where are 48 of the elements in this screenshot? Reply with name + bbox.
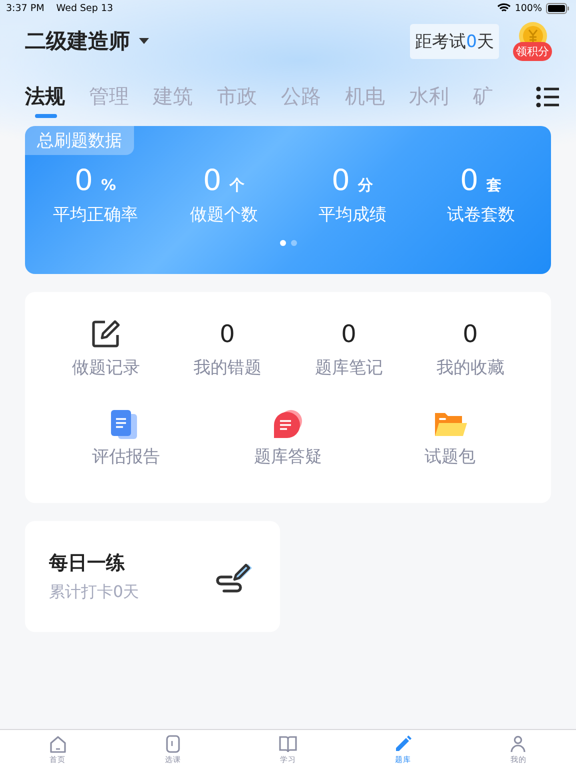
stat-label: 平均成绩 — [318, 204, 386, 226]
book-icon — [278, 734, 298, 754]
shortcut-label[interactable]: 我的错题 — [193, 356, 262, 379]
count-value: 0 — [341, 319, 356, 350]
page-dot[interactable] — [290, 240, 296, 246]
stat-label: 试卷套数 — [446, 204, 515, 226]
subject-tab[interactable]: 市政 — [217, 76, 257, 118]
chat-bubble-icon — [271, 409, 305, 439]
daily-title: 每日一练 — [49, 551, 126, 576]
count-value: 0 — [462, 319, 478, 350]
subject-tab[interactable]: 管理 — [89, 76, 129, 118]
subject-tab[interactable]: 建筑 — [153, 76, 193, 118]
home-icon — [48, 734, 68, 754]
stat-value: 0 % — [74, 163, 116, 197]
battery-icon — [546, 2, 570, 14]
stat-value: 0 分 — [332, 163, 373, 197]
status-date: Wed Sep 13 — [56, 2, 114, 14]
page-dot[interactable] — [280, 240, 286, 246]
status-time: 3:37 PM — [6, 2, 44, 14]
battery-percent: 100% — [514, 2, 542, 14]
menu-icon[interactable] — [536, 86, 560, 108]
subject-tab[interactable]: 公路 — [281, 76, 321, 118]
exam-selector[interactable]: 二级建造师 — [25, 27, 150, 55]
stat-label: 平均正确率 — [52, 204, 138, 226]
checkin-count: 累计打卡0天 — [49, 582, 140, 603]
subject-tab[interactable]: 机电 — [345, 76, 385, 118]
stat-value: 0 个 — [203, 163, 244, 197]
subject-tab[interactable]: 矿 — [473, 76, 493, 118]
subject-tab[interactable]: 水利 — [409, 76, 449, 118]
countdown-badge: 距考试0天 — [410, 24, 499, 58]
daily-practice-card[interactable]: 每日一练 累计打卡0天 — [25, 521, 280, 632]
feature-label[interactable]: 题库答疑 — [254, 445, 322, 468]
subject-tab[interactable]: 法规 — [25, 76, 65, 118]
wifi-icon — [496, 3, 511, 13]
shortcut-label[interactable]: 我的收藏 — [436, 356, 504, 379]
points-button[interactable]: 领积分 — [513, 42, 552, 61]
stat-value: 0 套 — [460, 163, 502, 197]
count-value: 0 — [220, 319, 235, 350]
caret-icon — [138, 37, 150, 45]
shortcut-label[interactable]: 做题记录 — [72, 356, 140, 379]
feature-label[interactable]: 试题包 — [424, 445, 476, 468]
stat-label: 做题个数 — [190, 204, 258, 226]
pencil-icon — [393, 734, 414, 754]
edit-icon — [90, 319, 121, 349]
feature-label[interactable]: 评估报告 — [92, 445, 160, 468]
shortcut-label[interactable]: 题库笔记 — [314, 356, 383, 379]
person-icon — [508, 734, 528, 754]
card-title: 总刷题数据 — [25, 126, 134, 155]
